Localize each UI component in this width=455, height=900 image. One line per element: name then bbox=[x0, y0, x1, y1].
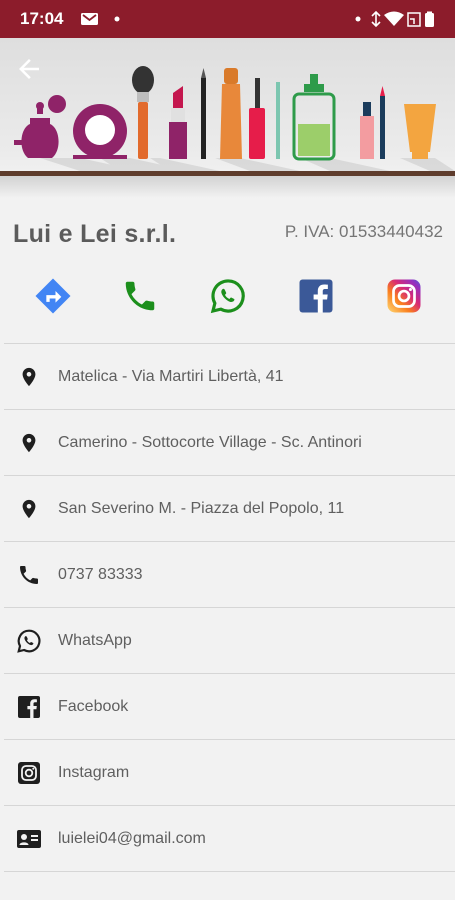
back-arrow-icon bbox=[19, 59, 39, 79]
phone-icon bbox=[125, 281, 155, 311]
contact-label: Facebook bbox=[58, 697, 129, 715]
makeup-brush-icon bbox=[132, 66, 154, 159]
mascara-icon bbox=[249, 78, 265, 159]
eyeliner-pencil-icon bbox=[201, 68, 206, 159]
vat-number: P. IVA: 01533440432 bbox=[284, 222, 443, 241]
instagram-icon bbox=[16, 760, 42, 786]
notification-icons bbox=[81, 13, 120, 25]
address-matelica-row[interactable]: Matelica - Via Martiri Libertà, 41 bbox=[0, 344, 455, 409]
lipstick-icon bbox=[169, 86, 187, 159]
lotion-pump-icon bbox=[292, 74, 336, 161]
shelf-shadow bbox=[0, 176, 455, 198]
back-button[interactable] bbox=[14, 54, 44, 84]
contact-label: San Severino M. - Piazza del Popolo, 11 bbox=[58, 499, 345, 517]
instagram-button[interactable] bbox=[380, 272, 428, 320]
facebook-icon bbox=[16, 694, 42, 720]
contact-label: WhatsApp bbox=[58, 631, 132, 649]
instagram-icon bbox=[387, 279, 421, 313]
whatsapp-icon bbox=[16, 628, 42, 654]
facebook-button[interactable] bbox=[292, 272, 340, 320]
company-name: Lui e Lei s.r.l. bbox=[13, 220, 177, 248]
perfume-bottle-icon bbox=[14, 95, 66, 158]
foundation-bottle-icon bbox=[220, 68, 242, 159]
contact-label: 0737 83333 bbox=[58, 565, 143, 583]
system-status-icons bbox=[355, 10, 434, 28]
contact-label: Matelica - Via Martiri Libertà, 41 bbox=[58, 367, 284, 385]
call-button[interactable] bbox=[116, 272, 164, 320]
directions-icon bbox=[35, 278, 71, 314]
header-banner bbox=[0, 38, 455, 198]
facebook-icon bbox=[299, 279, 333, 313]
divider bbox=[4, 871, 455, 872]
contact-label: Instagram bbox=[58, 763, 130, 781]
lip-gloss-icon bbox=[360, 86, 385, 159]
location-pin-icon bbox=[16, 430, 42, 456]
contact-list: Matelica - Via Martiri Libertà, 41 Camer… bbox=[0, 343, 455, 872]
cream-tube-icon bbox=[404, 104, 436, 159]
email-row[interactable]: luielei04@gmail.com bbox=[0, 806, 455, 871]
address-camerino-row[interactable]: Camerino - Sottocorte Village - Sc. Anti… bbox=[0, 410, 455, 475]
whatsapp-icon bbox=[210, 279, 245, 314]
contact-label: Camerino - Sottocorte Village - Sc. Anti… bbox=[58, 433, 362, 451]
address-san-severino-row[interactable]: San Severino M. - Piazza del Popolo, 11 bbox=[0, 476, 455, 541]
instagram-row[interactable]: Instagram bbox=[0, 740, 455, 805]
location-pin-icon bbox=[16, 496, 42, 522]
directions-button[interactable] bbox=[29, 272, 77, 320]
facebook-row[interactable]: Facebook bbox=[0, 674, 455, 739]
whatsapp-row[interactable]: WhatsApp bbox=[0, 608, 455, 673]
phone-row[interactable]: 0737 83333 bbox=[0, 542, 455, 607]
status-time: 17:04 bbox=[20, 9, 64, 28]
compact-mirror-icon bbox=[73, 104, 127, 159]
quick-actions bbox=[0, 272, 455, 320]
whatsapp-button[interactable] bbox=[204, 272, 252, 320]
location-pin-icon bbox=[16, 364, 42, 390]
lip-liner-icon bbox=[276, 82, 280, 159]
contact-label: luielei04@gmail.com bbox=[58, 829, 206, 847]
contact-card-icon bbox=[16, 826, 42, 852]
phone-icon bbox=[16, 562, 42, 588]
status-bar: 17:04 bbox=[0, 0, 455, 38]
